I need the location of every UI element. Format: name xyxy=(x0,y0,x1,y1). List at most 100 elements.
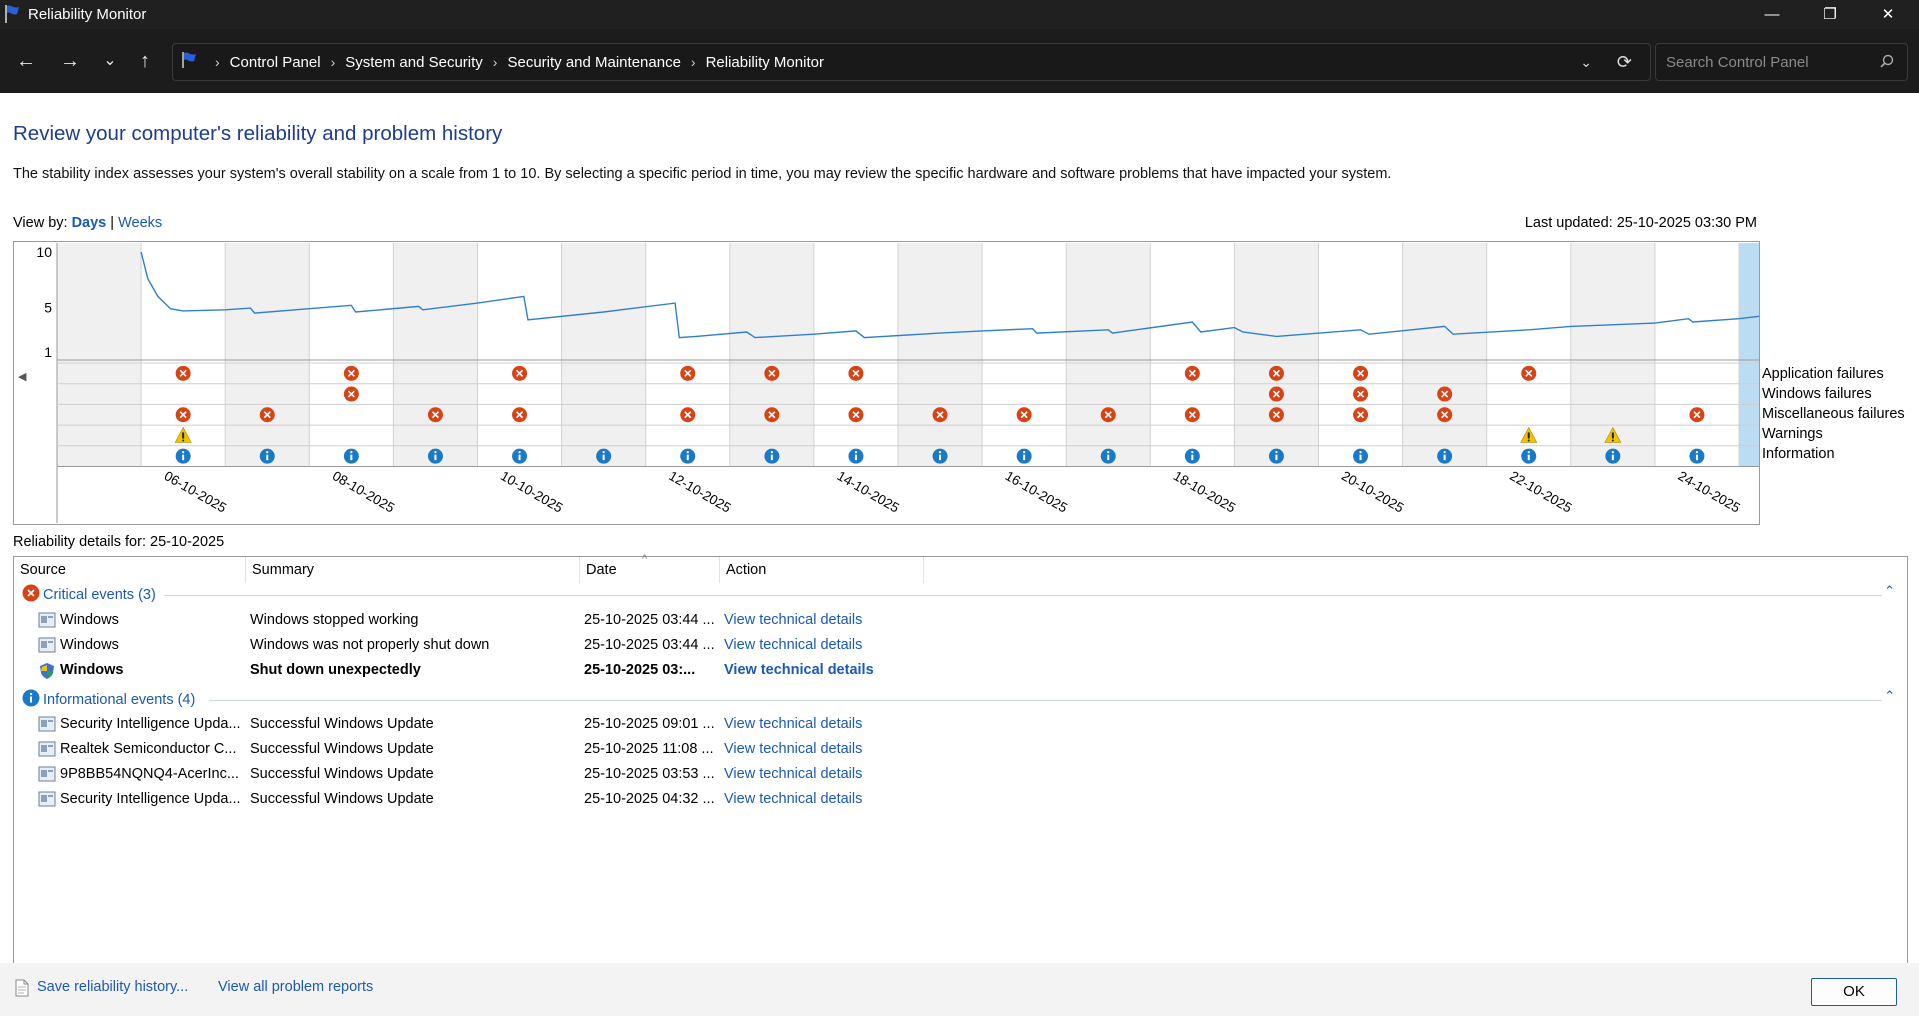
window-app-icon xyxy=(38,637,56,657)
address-dropdown-icon[interactable]: ⌄ xyxy=(1580,44,1592,80)
info-i-dot xyxy=(266,451,269,454)
day-column xyxy=(561,243,646,467)
info-i-mark xyxy=(1107,454,1110,461)
breadcrumb-reliability-monitor[interactable]: Reliability Monitor xyxy=(706,54,824,71)
view-technical-details-link[interactable]: View technical details xyxy=(724,766,862,782)
table-row[interactable]: 9P8BB54NQNQ4-AcerInc... Successful Windo… xyxy=(14,764,1904,786)
table-row[interactable]: Windows Windows was not properly shut do… xyxy=(14,635,1904,657)
info-i-dot xyxy=(770,451,773,454)
view-all-problem-reports-link[interactable]: View all problem reports xyxy=(218,979,373,995)
x-tick-label: 18-10-2025 xyxy=(1171,468,1238,516)
view-technical-details-link[interactable]: View technical details xyxy=(724,637,862,653)
info-i-dot xyxy=(350,451,353,454)
info-i-mark xyxy=(1023,454,1026,461)
day-column xyxy=(1318,243,1403,467)
page-description: The stability index assesses your system… xyxy=(13,166,1392,182)
view-by-toggle: View by: Days | Weeks xyxy=(13,215,162,231)
view-technical-details-link[interactable]: View technical details xyxy=(724,741,862,757)
address-bar[interactable]: › Control Panel › System and Security › … xyxy=(172,43,1651,81)
group-critical-events[interactable]: Critical events (3) xyxy=(22,584,156,605)
day-column xyxy=(729,243,814,467)
info-i-dot xyxy=(1275,451,1278,454)
info-i-mark xyxy=(1275,454,1278,461)
window-app-icon xyxy=(38,766,56,786)
info-i-dot xyxy=(182,451,185,454)
restore-button[interactable]: ❐ xyxy=(1801,0,1859,29)
breadcrumb-system-and-security[interactable]: System and Security xyxy=(345,54,483,71)
row-date: 25-10-2025 11:08 ... xyxy=(584,741,714,757)
x-tick-label: 24-10-2025 xyxy=(1675,468,1742,516)
info-i-dot xyxy=(1023,451,1026,454)
sort-ascending-icon: ^ xyxy=(642,553,648,565)
breadcrumb-chevron-icon: › xyxy=(215,54,220,70)
column-summary[interactable]: Summary xyxy=(246,557,580,583)
row-source: Windows xyxy=(60,612,119,628)
up-button[interactable]: ↑ xyxy=(127,29,163,93)
view-technical-details-link[interactable]: View technical details xyxy=(724,662,874,678)
row-date: 25-10-2025 04:32 ... xyxy=(584,791,715,807)
recent-locations-button[interactable]: ⌄ xyxy=(92,29,128,93)
column-date[interactable]: Date xyxy=(580,557,720,583)
info-i-dot xyxy=(686,451,689,454)
save-document-icon xyxy=(14,979,30,1001)
warning-exclamation-mark xyxy=(182,432,185,439)
info-i-mark xyxy=(686,454,689,461)
details-for-label: Reliability details for: 25-10-2025 xyxy=(13,534,225,550)
view-by-label: View by: xyxy=(13,215,68,231)
column-action[interactable]: Action xyxy=(720,557,924,583)
breadcrumb-security-and-maintenance[interactable]: Security and Maintenance xyxy=(507,54,680,71)
control-panel-flag-icon xyxy=(181,51,199,73)
collapse-chevron-icon[interactable]: ⌃ xyxy=(1884,688,1895,704)
table-row[interactable]: Security Intelligence Upda... Successful… xyxy=(14,789,1904,811)
collapse-chevron-icon[interactable]: ⌃ xyxy=(1884,583,1895,599)
column-source[interactable]: Source xyxy=(14,557,246,583)
back-button[interactable]: ← xyxy=(8,29,44,93)
reliability-details-list[interactable]: Source Summary Date ^ Action Critical ev… xyxy=(13,553,1908,965)
window-app-icon xyxy=(38,741,56,761)
info-i-mark xyxy=(770,454,773,461)
search-placeholder: Search Control Panel xyxy=(1666,54,1809,71)
view-by-weeks-link[interactable]: Weeks xyxy=(118,215,162,231)
scroll-left-icon[interactable]: ◀ xyxy=(18,371,27,383)
info-i-mark xyxy=(1527,454,1530,461)
legend-application-failures: Application failures xyxy=(1762,366,1884,382)
info-i-dot xyxy=(434,451,437,454)
refresh-icon[interactable]: ⟳ xyxy=(1617,44,1632,80)
table-row[interactable]: Windows Windows stopped working 25-10-20… xyxy=(14,610,1904,632)
day-column xyxy=(1150,243,1235,467)
warning-exclamation-mark xyxy=(1611,432,1614,439)
table-row[interactable]: Security Intelligence Upda... Successful… xyxy=(14,714,1904,736)
info-i-mark xyxy=(1359,454,1362,461)
warning-exclamation-dot xyxy=(182,439,185,442)
group-informational-events[interactable]: Informational events (4) xyxy=(22,689,195,710)
search-icon[interactable] xyxy=(1879,53,1895,73)
row-date: 25-10-2025 03:44 ... xyxy=(584,637,715,653)
stability-chart-svg[interactable]: 1051◀▶06-10-202508-10-202510-10-202512-1… xyxy=(14,242,1835,524)
view-by-days-link[interactable]: Days xyxy=(72,215,107,231)
save-reliability-history-link[interactable]: Save reliability history... xyxy=(37,979,188,995)
breadcrumb-control-panel[interactable]: Control Panel xyxy=(230,54,321,71)
breadcrumb-chevron-icon: › xyxy=(330,54,336,70)
search-box[interactable]: Search Control Panel xyxy=(1655,43,1908,81)
table-row[interactable]: Realtek Semiconductor C... Successful Wi… xyxy=(14,739,1904,761)
minimize-button[interactable]: — xyxy=(1743,0,1801,29)
last-updated: Last updated: 25-10-2025 03:30 PM xyxy=(1524,215,1757,231)
ok-button[interactable]: OK xyxy=(1811,978,1897,1006)
view-technical-details-link[interactable]: View technical details xyxy=(724,612,862,628)
row-source: Security Intelligence Upda... xyxy=(60,716,241,732)
x-tick-label: 10-10-2025 xyxy=(498,468,565,516)
info-i-mark xyxy=(434,454,437,461)
close-button[interactable]: ✕ xyxy=(1859,0,1917,29)
view-technical-details-link[interactable]: View technical details xyxy=(724,716,862,732)
navigation-bar: ← → ⌄ ↑ › Control Panel › System and Sec… xyxy=(0,29,1919,93)
day-column xyxy=(57,243,142,467)
info-i-mark xyxy=(182,454,185,461)
reliability-chart[interactable]: 1051◀▶06-10-202508-10-202510-10-202512-1… xyxy=(13,241,1835,525)
row-summary: Successful Windows Update xyxy=(250,716,434,732)
row-summary: Shut down unexpectedly xyxy=(250,662,421,678)
row-summary: Successful Windows Update xyxy=(250,766,434,782)
view-technical-details-link[interactable]: View technical details xyxy=(724,791,862,807)
table-row[interactable]: Windows Shut down unexpectedly 25-10-202… xyxy=(14,660,1904,682)
legend-miscellaneous-failures: Miscellaneous failures xyxy=(1762,406,1905,422)
forward-button[interactable]: → xyxy=(52,29,88,93)
